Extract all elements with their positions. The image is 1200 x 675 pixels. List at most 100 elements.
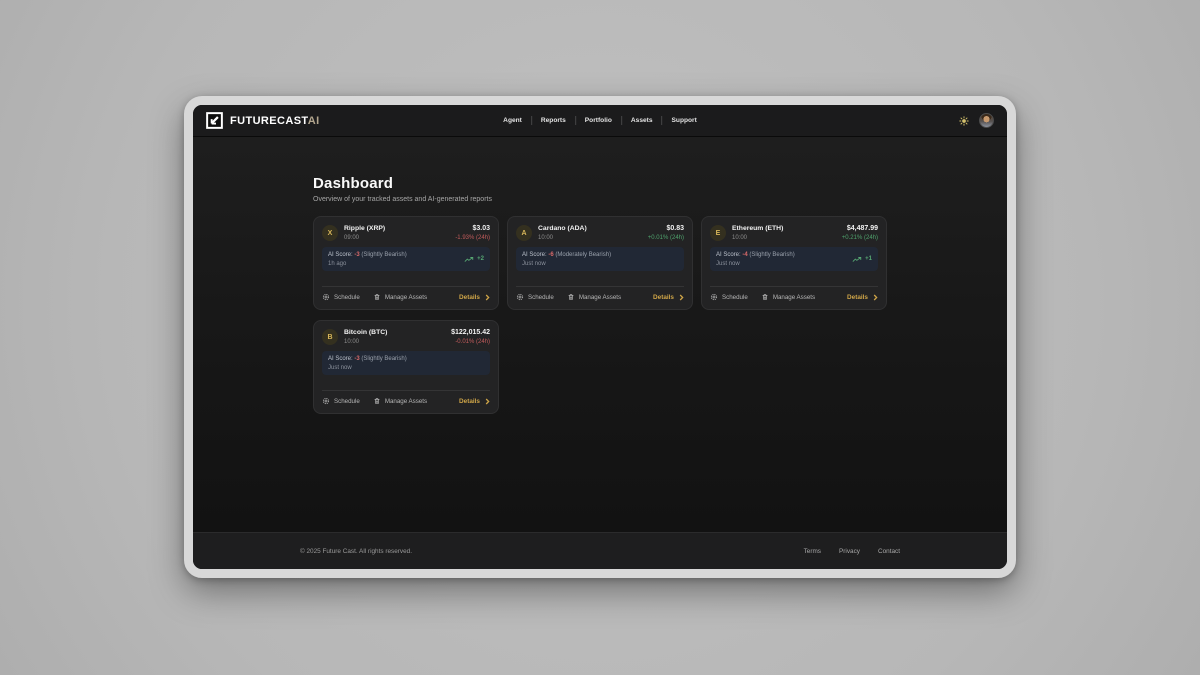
ai-score-box: AI Score: -3 (Slightly Bearish) Just now xyxy=(322,351,490,375)
schedule-button[interactable]: Schedule xyxy=(710,293,748,301)
footer-link-contact[interactable]: Contact xyxy=(878,548,900,555)
price-change: +0.21% (24h) xyxy=(842,235,878,241)
footer: © 2025 Future Cast. All rights reserved.… xyxy=(193,532,1007,569)
details-button[interactable]: Details xyxy=(653,294,684,301)
schedule-label: Schedule xyxy=(528,294,554,301)
asset-card: E Ethereum (ETH) 10:00 $4,487.99 +0.21% … xyxy=(701,216,887,310)
ai-score-label: AI Score: xyxy=(522,252,547,258)
ai-score-line: AI Score: -3 (Slightly Bearish) xyxy=(328,356,407,362)
chevron-right-icon xyxy=(485,294,490,301)
price-change: -1.93% (24h) xyxy=(455,235,490,241)
card-bottom: Schedule Manage Assets Details xyxy=(516,286,684,301)
schedule-button[interactable]: Schedule xyxy=(322,293,360,301)
cards-grid: X Ripple (XRP) 09:00 $3.03 -1.93% (24h) … xyxy=(313,216,887,414)
ai-score-label: AI Score: xyxy=(328,356,353,362)
manage-assets-button[interactable]: Manage Assets xyxy=(567,293,621,301)
gear-icon xyxy=(516,293,524,301)
footer-link-terms[interactable]: Terms xyxy=(804,548,821,555)
nav-separator xyxy=(575,116,576,125)
asset-info: Ethereum (ETH) 10:00 xyxy=(732,225,783,241)
footer-links: Terms Privacy Contact xyxy=(804,548,900,555)
details-button[interactable]: Details xyxy=(459,294,490,301)
manage-assets-button[interactable]: Manage Assets xyxy=(373,293,427,301)
nav-item-reports[interactable]: Reports xyxy=(541,117,566,124)
manage-assets-label: Manage Assets xyxy=(579,294,621,301)
nav-item-assets[interactable]: Assets xyxy=(631,117,653,124)
asset-info: Ripple (XRP) 09:00 xyxy=(344,225,385,241)
manage-assets-label: Manage Assets xyxy=(773,294,815,301)
brand-accent: AI xyxy=(308,115,320,127)
asset-card: A Cardano (ADA) 10:00 $0.83 +0.01% (24h)… xyxy=(507,216,693,310)
copyright-text: © 2025 Future Cast. All rights reserved. xyxy=(300,548,412,555)
ai-score-label: AI Score: xyxy=(716,252,741,258)
gear-icon xyxy=(322,397,330,405)
ai-score-value: -3 xyxy=(354,252,359,258)
ai-score-value: -3 xyxy=(354,356,359,362)
ai-score-line: AI Score: -6 (Moderately Bearish) xyxy=(522,252,611,258)
chevron-right-icon xyxy=(679,294,684,301)
ai-score-value: -6 xyxy=(548,252,553,258)
gear-icon xyxy=(322,293,330,301)
ai-score-info: AI Score: -4 (Slightly Bearish) Just now xyxy=(716,252,795,267)
trend-value: +1 xyxy=(865,256,872,262)
details-button[interactable]: Details xyxy=(459,398,490,405)
price-block: $0.83 +0.01% (24h) xyxy=(648,225,684,241)
card-actions: Schedule Manage Assets Details xyxy=(322,391,490,405)
card-header: B Bitcoin (BTC) 10:00 $122,015.42 -0.01%… xyxy=(322,329,490,345)
asset-initial-badge: X xyxy=(322,225,338,241)
asset-name: Cardano (ADA) xyxy=(538,225,587,232)
page-title: Dashboard xyxy=(313,175,887,192)
manage-assets-label: Manage Assets xyxy=(385,294,427,301)
footer-link-privacy[interactable]: Privacy xyxy=(839,548,860,555)
nav-separator xyxy=(662,116,663,125)
trend-badge: +2 xyxy=(464,256,484,263)
price-block: $3.03 -1.93% (24h) xyxy=(455,225,490,241)
card-actions: Schedule Manage Assets Details xyxy=(710,287,878,301)
asset-price: $122,015.42 xyxy=(451,329,490,336)
ai-score-box: AI Score: -6 (Moderately Bearish) Just n… xyxy=(516,247,684,271)
brand[interactable]: FUTURECASTAI xyxy=(206,112,320,129)
ai-score-updated: Just now xyxy=(522,261,611,267)
details-button[interactable]: Details xyxy=(847,294,878,301)
ai-score-box: AI Score: -4 (Slightly Bearish) Just now… xyxy=(710,247,878,271)
manage-assets-label: Manage Assets xyxy=(385,398,427,405)
ai-score-info: AI Score: -6 (Moderately Bearish) Just n… xyxy=(522,252,611,267)
trending-up-icon xyxy=(852,256,862,263)
schedule-button[interactable]: Schedule xyxy=(322,397,360,405)
trend-value: +2 xyxy=(477,256,484,262)
main-content: Dashboard Overview of your tracked asset… xyxy=(193,137,1007,532)
nav-item-portfolio[interactable]: Portfolio xyxy=(585,117,612,124)
chevron-right-icon xyxy=(873,294,878,301)
details-label: Details xyxy=(459,398,480,405)
schedule-button[interactable]: Schedule xyxy=(516,293,554,301)
asset-initial-badge: A xyxy=(516,225,532,241)
nav-item-agent[interactable]: Agent xyxy=(503,117,522,124)
asset-time: 10:00 xyxy=(538,235,587,241)
ai-score-value: -4 xyxy=(742,252,747,258)
card-bottom: Schedule Manage Assets Details xyxy=(710,286,878,301)
trash-icon xyxy=(761,293,769,301)
card-bottom: Schedule Manage Assets Details xyxy=(322,286,490,301)
manage-assets-button[interactable]: Manage Assets xyxy=(373,397,427,405)
details-label: Details xyxy=(459,294,480,301)
manage-assets-button[interactable]: Manage Assets xyxy=(761,293,815,301)
app-bar: FUTURECASTAI Agent Reports Portfolio Ass… xyxy=(193,105,1007,137)
card-bottom: Schedule Manage Assets Details xyxy=(322,390,490,405)
schedule-label: Schedule xyxy=(722,294,748,301)
main-nav: Agent Reports Portfolio Assets Support xyxy=(503,116,697,125)
trash-icon xyxy=(373,293,381,301)
ai-score-updated: Just now xyxy=(328,365,407,371)
asset-time: 10:00 xyxy=(344,339,387,345)
details-label: Details xyxy=(653,294,674,301)
theme-toggle-sun-icon[interactable] xyxy=(959,116,969,126)
page-subtitle: Overview of your tracked assets and AI-g… xyxy=(313,196,887,203)
user-avatar[interactable] xyxy=(979,113,994,128)
nav-item-support[interactable]: Support xyxy=(672,117,697,124)
asset-card: B Bitcoin (BTC) 10:00 $122,015.42 -0.01%… xyxy=(313,320,499,414)
brand-name: FUTURECASTAI xyxy=(230,115,320,127)
ai-score-updated: 1h ago xyxy=(328,261,407,267)
asset-initial-badge: E xyxy=(710,225,726,241)
brand-logo-icon xyxy=(206,112,223,129)
price-change: -0.01% (24h) xyxy=(451,339,490,345)
asset-price: $0.83 xyxy=(648,225,684,232)
